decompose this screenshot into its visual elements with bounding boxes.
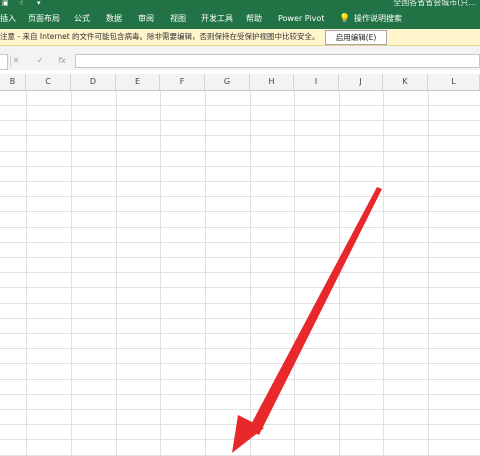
- enter-icon[interactable]: ✓: [34, 54, 46, 68]
- column-header[interactable]: I: [294, 74, 339, 90]
- arrow-shaft: [248, 187, 382, 435]
- tab-data[interactable]: 数据: [106, 9, 122, 29]
- column-headers: B C D E F G H I J K L: [0, 74, 480, 91]
- enable-editing-button[interactable]: 启用编辑(E): [325, 30, 387, 45]
- column-header[interactable]: C: [26, 74, 71, 90]
- insert-function-icon[interactable]: fx: [56, 54, 68, 68]
- name-box[interactable]: [0, 54, 8, 70]
- title-bar: ▣ ☝ ▾ 全国各省省会城市(只...: [0, 0, 480, 9]
- customize-qat-icon[interactable]: ▾: [37, 0, 41, 7]
- column-header[interactable]: F: [160, 74, 205, 90]
- red-arrow-annotation: [232, 187, 382, 453]
- formula-bar: ✕ ✓ fx: [0, 52, 480, 70]
- protected-view-message: 注意 - 来自 Internet 的文件可能包含病毒。除非需要编辑，否则保持在受…: [0, 32, 320, 41]
- formula-input[interactable]: [75, 54, 480, 68]
- column-header[interactable]: K: [383, 74, 428, 90]
- protected-view-bar: 注意 - 来自 Internet 的文件可能包含病毒。除非需要编辑，否则保持在受…: [0, 29, 480, 46]
- quick-access-toolbar-icon[interactable]: ▣: [2, 0, 9, 7]
- column-header[interactable]: G: [205, 74, 250, 90]
- tab-insert[interactable]: 插入: [0, 9, 16, 29]
- lightbulb-icon: 💡: [339, 14, 351, 24]
- tell-me-search[interactable]: 操作说明搜索: [354, 9, 402, 29]
- column-header[interactable]: J: [339, 74, 383, 90]
- worksheet-grid[interactable]: [0, 91, 480, 456]
- tab-help[interactable]: 帮助: [246, 9, 262, 29]
- touch-mode-icon[interactable]: ☝: [19, 0, 23, 7]
- tab-developer[interactable]: 开发工具: [201, 9, 233, 29]
- tab-formulas[interactable]: 公式: [74, 9, 90, 29]
- tab-review[interactable]: 审阅: [138, 9, 154, 29]
- column-header[interactable]: D: [71, 74, 116, 90]
- column-header[interactable]: B: [0, 74, 26, 90]
- window-title: 全国各省省会城市(只...: [393, 0, 476, 7]
- column-header[interactable]: H: [250, 74, 294, 90]
- tab-page-layout[interactable]: 页面布局: [28, 9, 60, 29]
- column-header[interactable]: E: [116, 74, 160, 90]
- ribbon-tabs: 插入 页面布局 公式 数据 审阅 视图 开发工具 帮助 Power Pivot …: [0, 9, 480, 29]
- column-header[interactable]: L: [428, 74, 480, 90]
- tab-view[interactable]: 视图: [170, 9, 186, 29]
- cancel-icon[interactable]: ✕: [10, 54, 22, 68]
- tab-power-pivot[interactable]: Power Pivot: [278, 9, 324, 29]
